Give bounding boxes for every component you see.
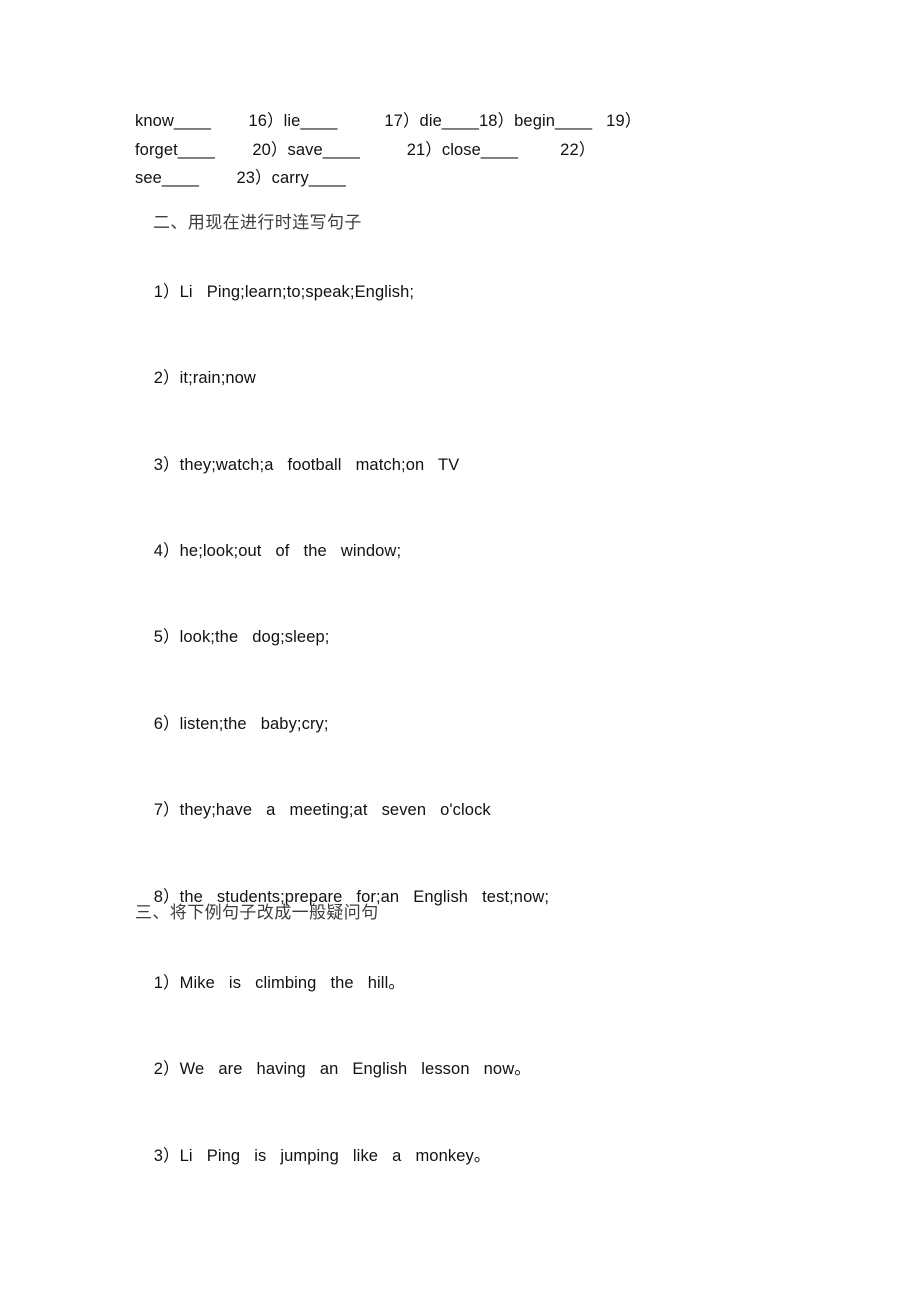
word-blank-line: see____ 23）carry____: [135, 169, 346, 187]
question-number: 1）: [153, 283, 180, 301]
question-text: We are having an English lesson now。: [179, 1060, 531, 1078]
question-number: 1）: [153, 974, 180, 992]
question-number: 4）: [153, 542, 180, 560]
question-text: look;the dog;sleep;: [179, 628, 330, 646]
question-number: 3）: [153, 456, 180, 474]
question-item: 2）it;rain;now: [135, 342, 256, 414]
question-text: Mike is climbing the hill。: [179, 974, 405, 992]
question-item: 1）Li Ping;learn;to;speak;English;: [135, 256, 414, 328]
question-text: Li Ping is jumping like a monkey。: [179, 1147, 491, 1165]
question-text: listen;the baby;cry;: [179, 715, 329, 733]
word-blank-list: know____ 16）lie____ 17）die____18）begin__…: [135, 107, 855, 193]
question-item: 2）We are having an English lesson now。: [135, 1033, 531, 1105]
word-blank-line: forget____ 20）save____ 21）close____ 22）: [135, 140, 596, 159]
question-number: 2）: [153, 369, 180, 387]
question-text: Li Ping;learn;to;speak;English;: [179, 283, 415, 301]
section-heading-three: 三、将下例句子改成一般疑问句: [135, 903, 379, 922]
word-blank-line: know____ 16）lie____ 17）die____18）begin__…: [135, 112, 642, 130]
question-number: 5）: [153, 628, 180, 646]
question-text: they;have a meeting;at seven o'clock: [179, 801, 491, 819]
question-item: 7）they;have a meeting;at seven o'clock: [135, 774, 491, 846]
question-text: they;watch;a football match;on TV: [179, 456, 460, 474]
question-item: 1）Mike is climbing the hill。: [135, 947, 405, 1019]
question-item: 4）he;look;out of the window;: [135, 515, 401, 587]
question-item: 6）listen;the baby;cry;: [135, 688, 329, 760]
question-number: 7）: [153, 801, 180, 819]
question-item: 3）Li Ping is jumping like a monkey。: [135, 1120, 491, 1192]
question-number: 3）: [153, 1147, 180, 1165]
question-item: 3）they;watch;a football match;on TV: [135, 429, 459, 501]
question-number: 6）: [153, 715, 180, 733]
question-text: it;rain;now: [179, 369, 256, 387]
question-number: 2）: [153, 1060, 180, 1078]
worksheet-page: know____ 16）lie____ 17）die____18）begin__…: [0, 0, 920, 1302]
question-item: 5）look;the dog;sleep;: [135, 601, 330, 673]
section-heading-two: 二、用现在进行时连写句子: [153, 213, 362, 232]
question-text: he;look;out of the window;: [179, 542, 402, 560]
